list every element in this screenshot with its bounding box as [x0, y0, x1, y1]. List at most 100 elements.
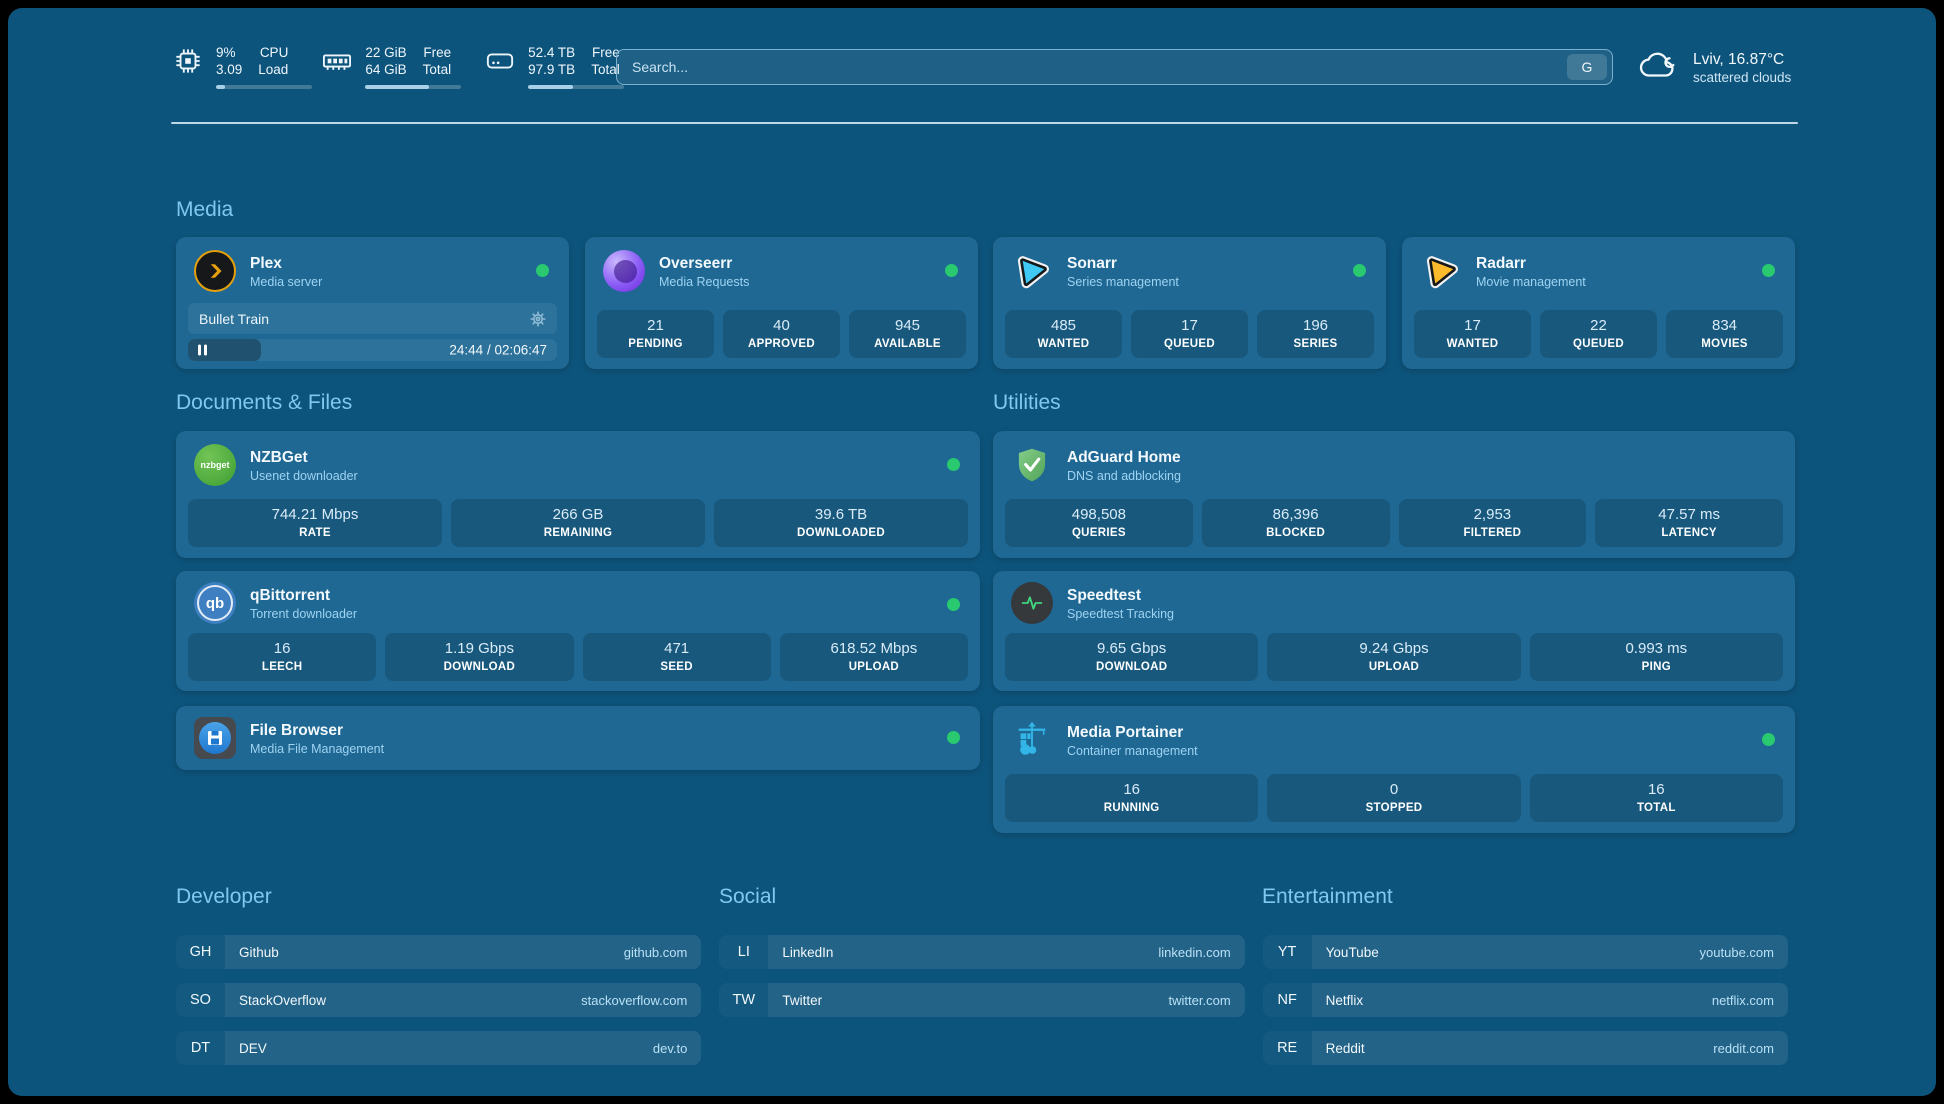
stat-box: 266 GBREMAINING [451, 499, 705, 547]
adguard-icon [1011, 444, 1053, 486]
cpu-progress-bar [216, 85, 312, 89]
weather-widget[interactable]: Lviv, 16.87°C scattered clouds [1638, 48, 1791, 87]
disk-stat: 52.4 TB97.9 TB FreeTotal [483, 44, 620, 89]
service-card-radarr[interactable]: Radarr Movie management 17WANTED 22QUEUE… [1402, 237, 1795, 369]
bookmark-stackoverflow[interactable]: SO StackOverflowstackoverflow.com [176, 983, 701, 1017]
disk-free: 52.4 TB [528, 44, 575, 61]
stat-box: 485WANTED [1005, 310, 1122, 358]
service-card-adguard[interactable]: AdGuard Home DNS and adblocking 498,508Q… [993, 431, 1795, 558]
stat-box: 16LEECH [188, 633, 376, 681]
cpu-label: CPU [260, 44, 289, 61]
status-dot [947, 598, 960, 611]
service-title: Speedtest [1067, 586, 1174, 605]
service-title: Sonarr [1067, 254, 1179, 273]
gear-icon[interactable] [530, 311, 546, 327]
header-divider [171, 122, 1798, 124]
section-heading-documents: Documents & Files [176, 391, 352, 415]
bookmark-name: Github [239, 945, 279, 960]
status-dot [1762, 264, 1775, 277]
mem-free: 22 GiB [365, 44, 406, 61]
bookmark-linkedin[interactable]: LI LinkedInlinkedin.com [719, 935, 1244, 969]
playback-progress[interactable]: 24:44 / 02:06:47 [188, 339, 557, 361]
bookmark-abbr: TW [719, 983, 768, 1017]
bookmark-abbr: GH [176, 935, 225, 969]
status-dot [1353, 264, 1366, 277]
bookmark-name: DEV [239, 1041, 267, 1056]
service-title: NZBGet [250, 448, 358, 467]
service-subtitle: Torrent downloader [250, 607, 357, 621]
stat-box: 39.6 TBDOWNLOADED [714, 499, 968, 547]
bookmark-abbr: DT [176, 1031, 225, 1065]
search-bar: G [616, 49, 1613, 85]
service-card-plex[interactable]: Plex Media server Bullet Train 24:44 / 0… [176, 237, 569, 369]
plex-icon [194, 250, 236, 292]
service-card-portainer[interactable]: Media Portainer Container management 16R… [993, 706, 1795, 833]
search-engine-button[interactable]: G [1567, 54, 1607, 80]
bookmark-abbr: YT [1263, 935, 1312, 969]
service-card-nzbget[interactable]: nzbget NZBGet Usenet downloader 744.21 M… [176, 431, 980, 558]
section-heading-media: Media [176, 198, 233, 222]
bookmarks: GH Githubgithub.com SO StackOverflowstac… [176, 935, 1788, 1079]
bookmark-dev[interactable]: DT DEVdev.to [176, 1031, 701, 1065]
overseerr-icon [603, 250, 645, 292]
service-card-speedtest[interactable]: Speedtest Speedtest Tracking 9.65 GbpsDO… [993, 571, 1795, 691]
service-card-filebrowser[interactable]: File Browser Media File Management [176, 706, 980, 770]
service-subtitle: DNS and adblocking [1067, 469, 1181, 483]
nzbget-icon: nzbget [194, 444, 236, 486]
bookmark-name: Reddit [1326, 1041, 1365, 1056]
service-title: Radarr [1476, 254, 1586, 273]
bookmark-github[interactable]: GH Githubgithub.com [176, 935, 701, 969]
load-label: Load [258, 61, 288, 78]
bookmark-name: YouTube [1326, 945, 1379, 960]
service-subtitle: Media server [250, 275, 322, 289]
service-subtitle: Movie management [1476, 275, 1586, 289]
radarr-icon [1420, 250, 1462, 292]
cpu-stat: 9%3.09 CPULoad [171, 44, 288, 89]
status-dot [947, 458, 960, 471]
service-subtitle: Series management [1067, 275, 1179, 289]
stat-box: 834MOVIES [1666, 310, 1783, 358]
service-card-overseerr[interactable]: Overseerr Media Requests 21PENDING 40APP… [585, 237, 978, 369]
cloud-icon [1638, 48, 1680, 87]
mem-total: 64 GiB [365, 61, 406, 78]
stat-box: 945AVAILABLE [849, 310, 966, 358]
section-heading-utilities: Utilities [993, 391, 1061, 415]
service-card-qbittorrent[interactable]: qb qBittorrent Torrent downloader 16LEEC… [176, 571, 980, 691]
now-playing-row: Bullet Train [188, 303, 557, 334]
qbittorrent-icon: qb [194, 582, 236, 624]
search-input[interactable] [617, 50, 1612, 84]
service-title: File Browser [250, 721, 384, 740]
bookmark-name: StackOverflow [239, 993, 326, 1008]
cpu-icon [171, 46, 205, 76]
stat-box: 1.19 GbpsDOWNLOAD [385, 633, 573, 681]
bookmark-twitter[interactable]: TW Twittertwitter.com [719, 983, 1244, 1017]
stat-box: 2,953FILTERED [1399, 499, 1587, 547]
stat-box: 22QUEUED [1540, 310, 1657, 358]
bookmark-group-developer: GH Githubgithub.com SO StackOverflowstac… [176, 935, 701, 1079]
stat-box: 17WANTED [1414, 310, 1531, 358]
disk-total: 97.9 TB [528, 61, 575, 78]
stat-box: 471SEED [583, 633, 771, 681]
stat-box: 9.65 GbpsDOWNLOAD [1005, 633, 1258, 681]
bookmark-netflix[interactable]: NF Netflixnetflix.com [1263, 983, 1788, 1017]
pause-icon[interactable] [198, 345, 207, 356]
stat-box: 744.21 MbpsRATE [188, 499, 442, 547]
service-subtitle: Media File Management [250, 742, 384, 756]
ram-icon [320, 46, 354, 76]
service-card-sonarr[interactable]: Sonarr Series management 485WANTED 17QUE… [993, 237, 1386, 369]
bookmark-abbr: SO [176, 983, 225, 1017]
disk-icon [483, 46, 517, 76]
stat-box: 9.24 GbpsUPLOAD [1267, 633, 1520, 681]
memory-progress-bar [365, 85, 461, 89]
bookmark-abbr: LI [719, 935, 768, 969]
status-dot [536, 264, 549, 277]
bookmark-youtube[interactable]: YT YouTubeyoutube.com [1263, 935, 1788, 969]
mem-free-label: Free [423, 44, 451, 61]
bookmark-abbr: NF [1263, 983, 1312, 1017]
bookmark-reddit[interactable]: RE Redditreddit.com [1263, 1031, 1788, 1065]
weather-location-temp: Lviv, 16.87°C [1693, 50, 1791, 69]
status-dot [947, 731, 960, 744]
bookmark-name: LinkedIn [782, 945, 833, 960]
cpu-load: 3.09 [216, 61, 242, 78]
service-title: Media Portainer [1067, 723, 1198, 742]
